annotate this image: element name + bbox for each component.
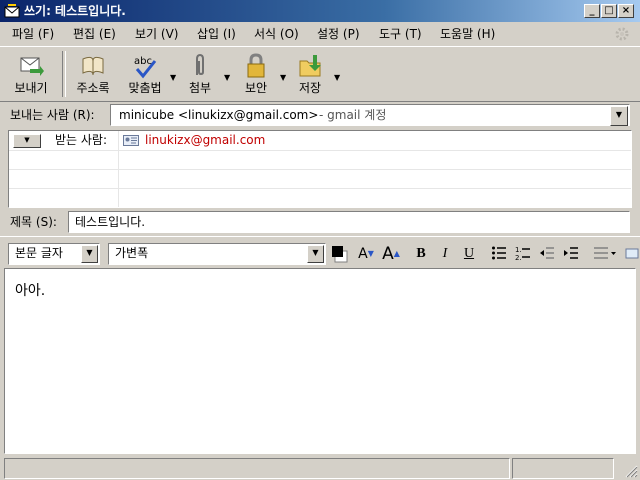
- send-button[interactable]: 보내기: [6, 53, 56, 99]
- address-book-button[interactable]: 주소록: [70, 53, 116, 99]
- paperclip-icon: [196, 53, 204, 76]
- maximize-button[interactable]: □: [601, 4, 617, 18]
- numbered-list-icon: 1. 2.: [515, 246, 530, 262]
- from-dropdown-button[interactable]: ▼: [610, 106, 628, 126]
- status-bar: [0, 456, 640, 480]
- title-bar: 쓰기: 테스트입니다. _ □ ×: [0, 0, 640, 22]
- status-text-panel: [4, 458, 510, 479]
- menu-options[interactable]: 설정 (P): [317, 26, 360, 42]
- underline-button[interactable]: U: [460, 245, 478, 263]
- save-dropdown[interactable]: ▼: [332, 53, 342, 99]
- bullet-list-button[interactable]: [490, 245, 508, 263]
- recipient-row-empty[interactable]: [9, 169, 631, 189]
- main-toolbar: 보내기 주소록 abc 맞춤법 ▼ 첨부 ▼ 보안 ▼ 저장 ▼: [0, 46, 640, 102]
- numbered-list-button[interactable]: 1. 2.: [514, 245, 532, 263]
- menu-format[interactable]: 서식 (O): [254, 26, 299, 42]
- menu-bar: 파일 (F) 편집 (E) 보기 (V) 삽입 (I) 서식 (O) 설정 (P…: [0, 23, 640, 45]
- send-icon: [20, 57, 44, 76]
- bullet-list-icon: [492, 246, 506, 260]
- recipient-row-empty[interactable]: [9, 188, 631, 207]
- from-label: 보내는 사람 (R):: [10, 108, 95, 122]
- compose-app-icon: [4, 4, 20, 18]
- text-color-button[interactable]: [330, 245, 352, 263]
- recipient-row-empty[interactable]: [9, 150, 631, 170]
- window-title: 쓰기: 테스트입니다.: [24, 4, 126, 18]
- outdent-button[interactable]: [538, 245, 556, 263]
- indent-icon: [564, 247, 578, 259]
- toolbar-separator: [62, 51, 66, 97]
- font-smaller-icon: A▼: [358, 246, 374, 262]
- subject-value: 테스트입니다.: [75, 215, 146, 229]
- font-dropdown[interactable]: ▼: [307, 245, 324, 263]
- bold-button[interactable]: B: [412, 245, 430, 263]
- format-toolbar: 본문 글자 ▼ 가변폭 ▼ A▼ A▲ B I U 1. 2.: [0, 236, 640, 266]
- italic-button[interactable]: I: [436, 245, 454, 263]
- recipient-row[interactable]: ▼ 받는 사람: linukizx@gmail.com: [9, 131, 631, 151]
- minimize-button[interactable]: _: [584, 4, 600, 18]
- save-folder-icon: [299, 55, 321, 77]
- recipient-column-divider: [118, 131, 119, 207]
- status-progress-panel: [512, 458, 614, 479]
- spell-check-dropdown[interactable]: ▼: [168, 53, 178, 99]
- attach-dropdown[interactable]: ▼: [222, 53, 232, 99]
- text-color-icon: [332, 246, 348, 263]
- paragraph-style-select[interactable]: 본문 글자 ▼: [8, 243, 100, 265]
- save-button[interactable]: 저장: [292, 53, 328, 99]
- message-body-text: 아아.: [15, 283, 46, 299]
- from-value: minicube <linukizx@gmail.com>: [119, 108, 319, 122]
- paragraph-style-dropdown[interactable]: ▼: [81, 245, 98, 263]
- resize-grip-icon[interactable]: [622, 462, 638, 478]
- decrease-font-size-button[interactable]: A▼: [356, 245, 376, 263]
- recipient-list: ▼ 받는 사람: linukizx@gmail.com: [8, 130, 632, 208]
- address-book-icon: [82, 56, 104, 76]
- menu-tools[interactable]: 도구 (T): [379, 26, 422, 42]
- align-icon: [594, 247, 616, 259]
- attach-button[interactable]: 첨부: [182, 53, 218, 99]
- security-button[interactable]: 보안: [236, 53, 276, 99]
- from-select[interactable]: minicube <linukizx@gmail.com> - gmail 계정…: [110, 104, 630, 126]
- spell-check-button[interactable]: abc 맞춤법: [122, 53, 168, 99]
- menu-edit[interactable]: 편집 (E): [73, 26, 116, 42]
- throbber-gear-icon: [615, 27, 629, 41]
- recipient-address[interactable]: linukizx@gmail.com: [145, 133, 265, 147]
- subject-label: 제목 (S):: [10, 215, 57, 229]
- recipient-type-label: 받는 사람:: [55, 133, 108, 147]
- close-button[interactable]: ×: [618, 4, 634, 18]
- contact-card-icon: [123, 135, 139, 146]
- lock-icon: [247, 53, 265, 78]
- underline-icon: U: [463, 246, 475, 261]
- menu-view[interactable]: 보기 (V): [135, 26, 178, 42]
- bold-icon: B: [416, 246, 426, 261]
- insert-image-button[interactable]: [624, 245, 640, 263]
- indent-button[interactable]: [562, 245, 580, 263]
- menu-file[interactable]: 파일 (F): [12, 26, 54, 42]
- font-select[interactable]: 가변폭 ▼: [108, 243, 326, 265]
- from-account: - gmail 계정: [319, 108, 387, 122]
- recipient-type-dropdown[interactable]: ▼: [13, 134, 41, 148]
- increase-font-size-button[interactable]: A▲: [380, 245, 402, 263]
- spell-check-icon: abc: [134, 56, 157, 79]
- font-larger-icon: A▲: [382, 244, 400, 264]
- svg-text:abc: abc: [134, 56, 152, 67]
- menu-insert[interactable]: 삽입 (I): [197, 26, 236, 42]
- svg-text:1.: 1.: [515, 246, 522, 254]
- insert-image-icon: [625, 248, 639, 259]
- message-body-editor[interactable]: 아아.: [4, 268, 636, 454]
- outdent-icon: [540, 247, 554, 259]
- subject-input[interactable]: 테스트입니다.: [68, 211, 630, 233]
- menu-help[interactable]: 도움말 (H): [440, 26, 495, 42]
- security-dropdown[interactable]: ▼: [278, 53, 288, 99]
- italic-icon: I: [442, 246, 448, 261]
- align-button[interactable]: [592, 245, 618, 263]
- svg-text:2.: 2.: [515, 254, 522, 261]
